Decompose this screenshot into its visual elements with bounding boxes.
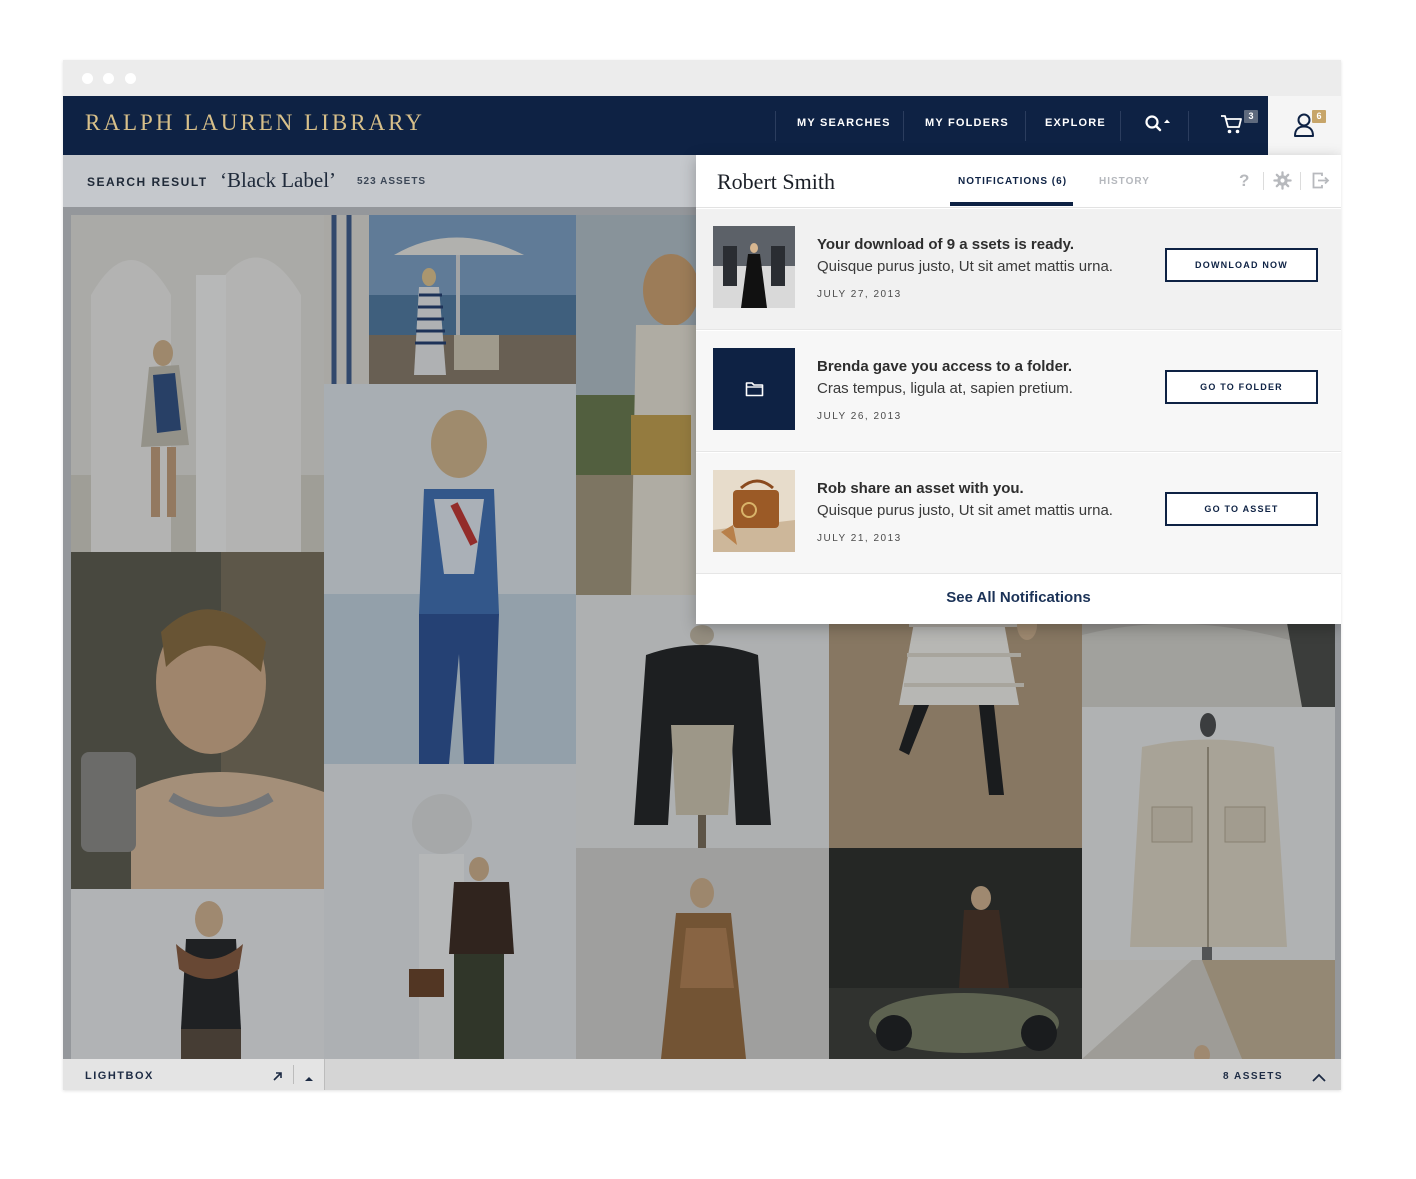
asset-tile[interactable] bbox=[1082, 707, 1335, 960]
asset-tile[interactable] bbox=[324, 764, 576, 1059]
header-divider bbox=[1300, 172, 1301, 190]
notification-date: JULY 26, 2013 bbox=[817, 411, 902, 422]
notification-thumbnail bbox=[713, 470, 795, 552]
nav-explore[interactable]: EXPLORE bbox=[1045, 117, 1106, 129]
lightbox-label: LIGHTBOX bbox=[85, 1070, 154, 1082]
go-to-asset-button[interactable]: GO TO ASSET bbox=[1165, 492, 1318, 526]
tab-history[interactable]: HISTORY bbox=[1099, 176, 1150, 187]
browser-window: RALPH LAUREN LIBRARY MY SEARCHES MY FOLD… bbox=[63, 60, 1341, 1090]
notification-title: Rob share an asset with you. bbox=[817, 480, 1024, 497]
asset-tile[interactable] bbox=[71, 552, 324, 889]
notification-count-badge: 6 bbox=[1312, 110, 1326, 123]
asset-tile[interactable] bbox=[1082, 960, 1335, 1059]
nav-divider bbox=[1025, 111, 1026, 141]
cart-icon[interactable] bbox=[1220, 113, 1244, 140]
lightbox-bar: LIGHTBOX 8 ASSETS bbox=[63, 1059, 1341, 1090]
nav-divider bbox=[775, 111, 776, 141]
notification-body: Quisque purus justo, Ut sit amet mattis … bbox=[817, 502, 1113, 519]
go-to-folder-button[interactable]: GO TO FOLDER bbox=[1165, 370, 1318, 404]
download-now-button[interactable]: DOWNLOAD NOW bbox=[1165, 248, 1318, 282]
nav-divider bbox=[903, 111, 904, 141]
notifications-panel: Robert Smith NOTIFICATIONS (6) HISTORY ? bbox=[696, 155, 1341, 624]
logout-icon[interactable] bbox=[1312, 172, 1330, 194]
header-divider bbox=[1263, 172, 1264, 190]
nav-my-searches[interactable]: MY SEARCHES bbox=[797, 117, 891, 129]
caret-up-icon[interactable] bbox=[304, 1070, 314, 1088]
expand-arrow-icon[interactable] bbox=[272, 1069, 284, 1087]
help-icon[interactable]: ? bbox=[1239, 171, 1249, 191]
nav-divider bbox=[1188, 111, 1189, 141]
nav-my-folders[interactable]: MY FOLDERS bbox=[925, 117, 1009, 129]
asset-tile[interactable] bbox=[71, 215, 324, 552]
asset-count: 523 ASSETS bbox=[357, 176, 427, 187]
asset-tile[interactable] bbox=[324, 215, 576, 384]
notification-thumbnail bbox=[713, 348, 795, 430]
notification-body: Cras tempus, ligula at, sapien pretium. bbox=[817, 380, 1073, 397]
search-query: ‘Black Label’ bbox=[220, 168, 337, 192]
active-tab-indicator bbox=[950, 202, 1073, 206]
lightbox-tab[interactable]: LIGHTBOX bbox=[63, 1059, 325, 1090]
search-result-label: SEARCH RESULT bbox=[87, 175, 208, 189]
notification-title: Brenda gave you access to a folder. bbox=[817, 358, 1073, 375]
folder-icon bbox=[745, 381, 764, 402]
gear-icon[interactable] bbox=[1273, 171, 1292, 195]
asset-tile[interactable] bbox=[324, 384, 576, 764]
asset-tile[interactable] bbox=[829, 595, 1082, 848]
top-navbar: RALPH LAUREN LIBRARY MY SEARCHES MY FOLD… bbox=[63, 96, 1341, 155]
window-minimize-dot[interactable] bbox=[103, 73, 114, 84]
window-maximize-dot[interactable] bbox=[125, 73, 136, 84]
window-chrome bbox=[63, 60, 1341, 96]
notification-body: Quisque purus justo, Ut sit amet mattis … bbox=[817, 258, 1113, 275]
user-name: Robert Smith bbox=[717, 169, 835, 194]
notification-date: JULY 27, 2013 bbox=[817, 289, 902, 300]
lightbox-asset-count: 8 ASSETS bbox=[1223, 1071, 1283, 1082]
tab-notifications[interactable]: NOTIFICATIONS (6) bbox=[958, 176, 1067, 187]
window-close-dot[interactable] bbox=[82, 73, 93, 84]
panel-header: Robert Smith NOTIFICATIONS (6) HISTORY ? bbox=[696, 155, 1341, 208]
notification-item[interactable]: Your download of 9 a ssets is ready. Qui… bbox=[696, 209, 1341, 330]
asset-tile[interactable] bbox=[576, 595, 829, 848]
asset-tile[interactable] bbox=[576, 848, 829, 1059]
notification-item[interactable]: Rob share an asset with you. Quisque pur… bbox=[696, 453, 1341, 574]
notification-title: Your download of 9 a ssets is ready. bbox=[817, 236, 1075, 253]
nav-divider bbox=[1120, 111, 1121, 141]
search-icon[interactable] bbox=[1144, 114, 1172, 139]
user-menu-tab[interactable]: 6 bbox=[1268, 96, 1341, 155]
brand-logo[interactable]: RALPH LAUREN LIBRARY bbox=[85, 110, 425, 136]
notification-date: JULY 21, 2013 bbox=[817, 533, 902, 544]
see-all-notifications-link[interactable]: See All Notifications bbox=[696, 575, 1341, 624]
asset-tile[interactable] bbox=[829, 848, 1082, 1059]
cart-count-badge: 3 bbox=[1244, 110, 1258, 123]
chevron-up-icon[interactable] bbox=[1311, 1070, 1327, 1088]
asset-tile[interactable] bbox=[71, 889, 324, 1059]
lightbox-divider bbox=[293, 1065, 294, 1084]
notification-thumbnail bbox=[713, 226, 795, 308]
notification-item[interactable]: Brenda gave you access to a folder. Cras… bbox=[696, 331, 1341, 452]
